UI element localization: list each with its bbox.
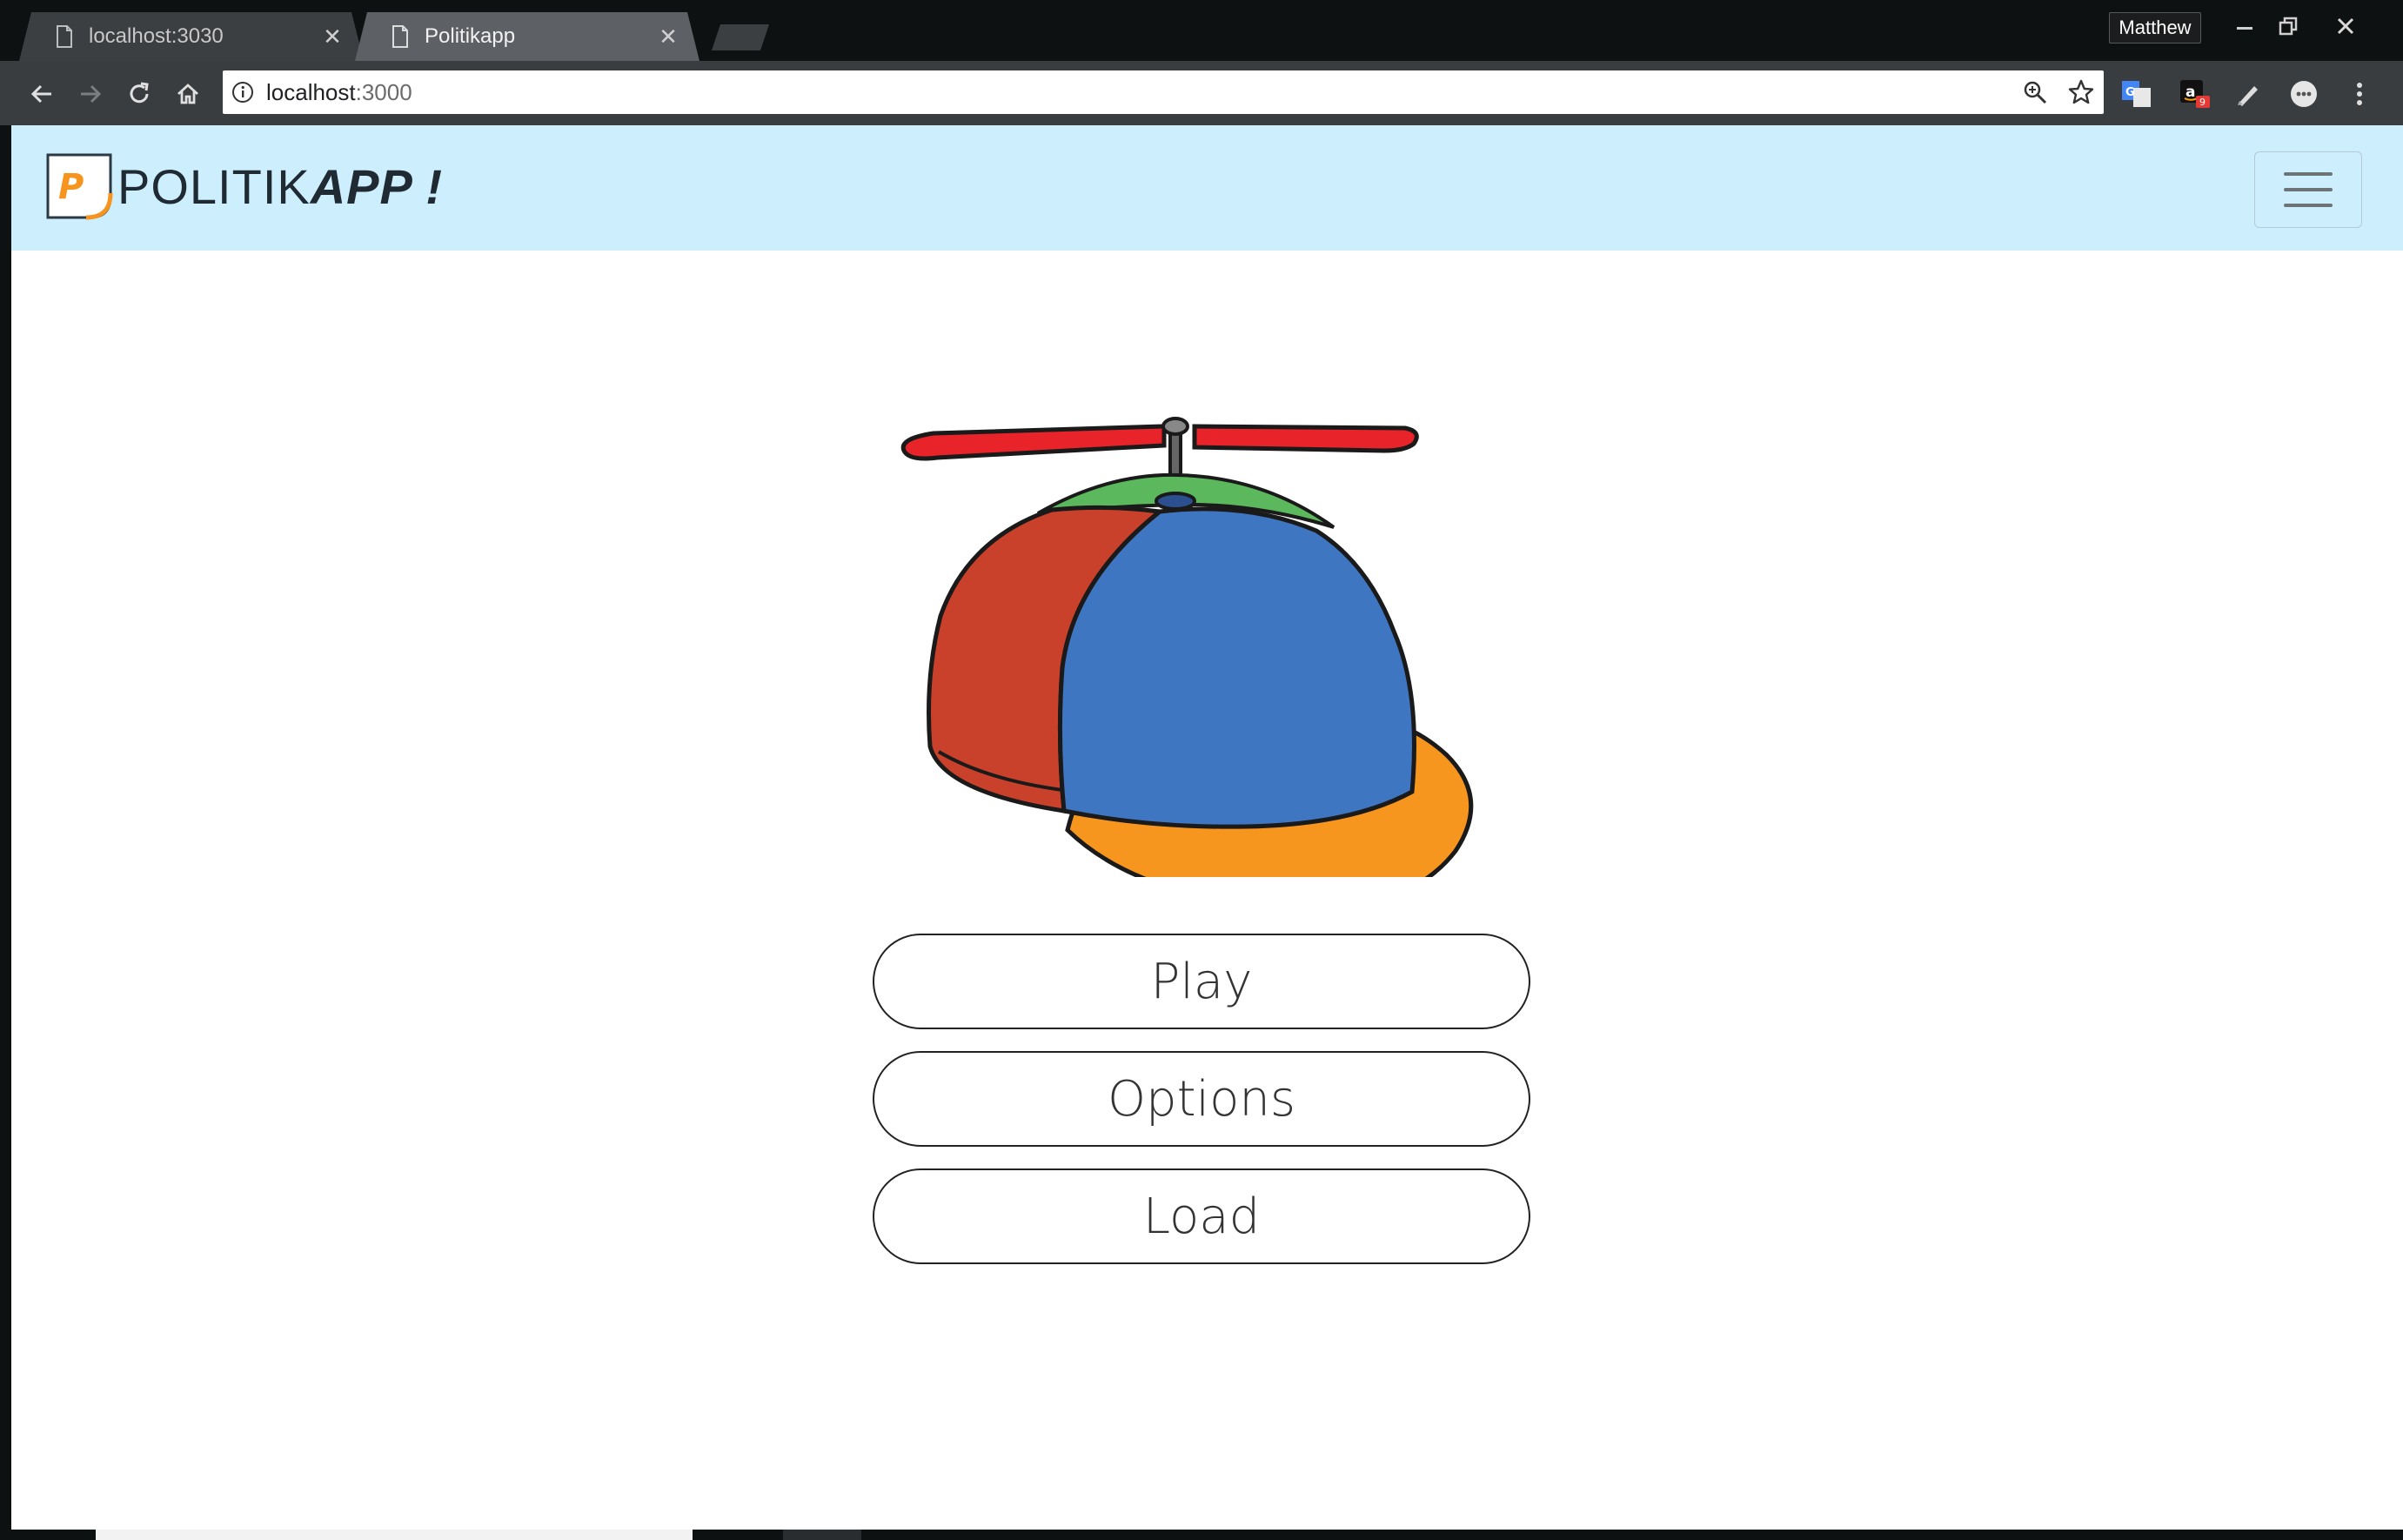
minimize-icon[interactable] — [2222, 9, 2267, 44]
tab-title: localhost:3030 — [89, 24, 224, 48]
propeller-cap-image — [900, 417, 1474, 877]
reload-icon[interactable] — [120, 75, 158, 113]
page-icon — [56, 25, 73, 48]
load-button[interactable]: Load — [873, 1168, 1530, 1264]
page-viewport: P POLITIKAPP ! Play Options Load — [11, 125, 2403, 1530]
svg-text:a: a — [2185, 84, 2195, 101]
brand-logo-icon: P — [46, 153, 113, 220]
app-navbar: P POLITIKAPP ! — [11, 125, 2403, 251]
tab-localhost-3030[interactable]: localhost:3030 ✕ — [19, 12, 364, 61]
svg-text:G: G — [2125, 86, 2135, 99]
close-window-icon[interactable] — [2323, 9, 2368, 44]
tab-politikapp[interactable]: Politikapp ✕ — [355, 12, 699, 61]
options-button[interactable]: Options — [873, 1051, 1530, 1147]
translate-icon[interactable]: G — [2121, 78, 2152, 110]
close-tab-icon[interactable]: ✕ — [651, 23, 686, 50]
chat-icon[interactable] — [2288, 78, 2319, 110]
hamburger-menu-button[interactable] — [2254, 151, 2362, 228]
page-icon — [392, 25, 409, 48]
brand[interactable]: P POLITIKAPP ! — [44, 151, 443, 221]
brand-name-light: POLITIK — [117, 158, 311, 214]
taskbar-strip — [0, 1530, 2403, 1540]
zoom-icon[interactable] — [2022, 79, 2048, 105]
star-icon[interactable] — [2067, 78, 2095, 106]
brand-logo-letter: P — [58, 167, 84, 207]
play-button[interactable]: Play — [873, 934, 1530, 1029]
brand-name-bold: APP ! — [310, 158, 444, 214]
new-tab-button[interactable] — [712, 24, 769, 50]
tab-title: Politikapp — [425, 24, 516, 48]
close-tab-icon[interactable]: ✕ — [315, 23, 350, 50]
address-bar[interactable]: localhost:3000 — [223, 70, 2104, 114]
forward-icon[interactable] — [71, 75, 110, 113]
back-icon[interactable] — [23, 75, 61, 113]
home-icon[interactable] — [169, 75, 207, 113]
url-host: localhost — [266, 78, 356, 105]
browser-tab-bar: localhost:3030 ✕ Politikapp ✕ Matthew — [0, 0, 2403, 61]
menu-dots-icon[interactable] — [2344, 78, 2375, 110]
url-port: :3000 — [355, 78, 412, 105]
restore-icon[interactable] — [2266, 9, 2311, 44]
pen-icon[interactable] — [2232, 78, 2264, 110]
info-icon[interactable] — [231, 81, 254, 104]
profile-button[interactable]: Matthew — [2109, 12, 2201, 44]
browser-toolbar: localhost:3000 G a9 — [0, 61, 2403, 125]
extension-badge: 9 — [2199, 97, 2206, 108]
amazon-icon[interactable]: a9 — [2179, 78, 2210, 110]
